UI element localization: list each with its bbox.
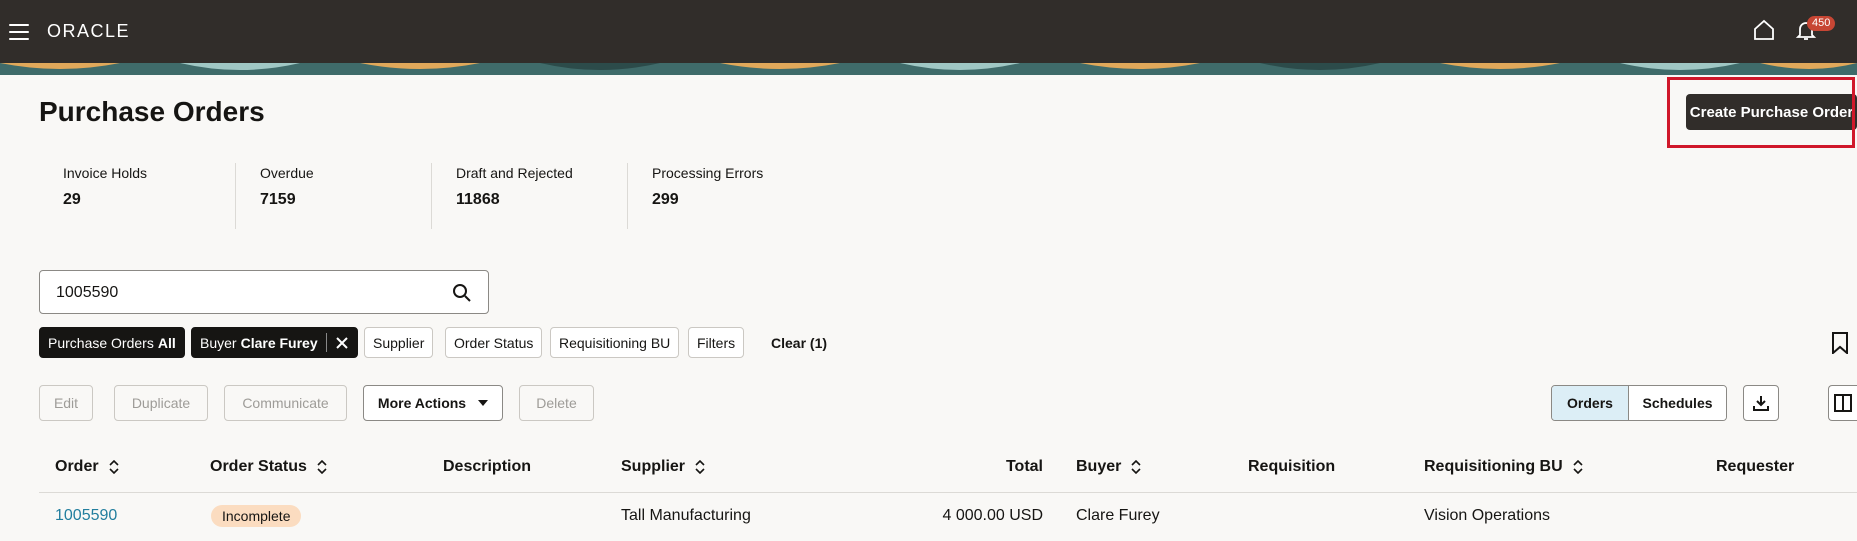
delete-button[interactable]: Delete xyxy=(519,385,594,421)
column-label: Requisition xyxy=(1248,458,1336,475)
close-icon[interactable] xyxy=(325,333,349,352)
column-label: Buyer xyxy=(1076,458,1122,475)
metric-value: 7159 xyxy=(260,191,296,208)
sort-icon[interactable] xyxy=(695,460,705,474)
table-divider xyxy=(39,492,1857,493)
column-label: Supplier xyxy=(621,458,686,475)
metric-invoice-holds[interactable]: Invoice Holds 29 xyxy=(39,163,235,229)
metric-draft-rejected[interactable]: Draft and Rejected 11868 xyxy=(431,163,627,229)
metric-label: Draft and Rejected xyxy=(456,165,573,181)
download-icon xyxy=(1753,396,1769,411)
status-badge: Incomplete xyxy=(211,505,302,527)
column-header-order-status[interactable]: Order Status xyxy=(210,458,327,476)
search-value: 1005590 xyxy=(56,284,119,301)
column-label: Requester xyxy=(1716,458,1795,475)
decorative-banner xyxy=(0,63,1857,75)
bookmark-icon[interactable] xyxy=(1831,332,1849,354)
notification-badge: 450 xyxy=(1807,16,1836,31)
filter-chip-filters[interactable]: Filters xyxy=(688,327,745,358)
search-input[interactable]: 1005590 xyxy=(39,270,489,314)
metric-processing-errors[interactable]: Processing Errors 299 xyxy=(627,163,823,229)
column-label: Description xyxy=(443,458,532,475)
column-label: Total xyxy=(1005,458,1043,475)
sort-icon[interactable] xyxy=(1573,460,1583,474)
column-header-order[interactable]: Order xyxy=(55,458,119,476)
column-header-requester: Requester xyxy=(1716,458,1794,476)
column-header-requisitioning-bu[interactable]: Requisitioning BU xyxy=(1424,458,1583,476)
sort-icon[interactable] xyxy=(317,460,327,474)
columns-icon xyxy=(1834,394,1852,412)
column-header-description: Description xyxy=(443,458,531,476)
column-header-requisition: Requisition xyxy=(1248,458,1335,476)
column-header-buyer[interactable]: Buyer xyxy=(1076,458,1141,476)
chip-value: All xyxy=(157,334,176,351)
caret-down-icon xyxy=(478,400,489,406)
more-actions-button[interactable]: More Actions xyxy=(363,385,503,421)
metric-value: 29 xyxy=(63,191,81,208)
create-purchase-order-button[interactable]: Create Purchase Order xyxy=(1686,94,1857,130)
chip-value: Clare Furey xyxy=(240,334,318,351)
buyer-cell: Clare Furey xyxy=(1076,507,1160,524)
metric-value: 299 xyxy=(652,191,679,208)
column-label: Order Status xyxy=(210,458,307,475)
duplicate-button[interactable]: Duplicate xyxy=(114,385,208,421)
column-label: Order xyxy=(55,458,99,475)
view-toggle: Orders Schedules xyxy=(1551,385,1727,421)
metric-overdue[interactable]: Overdue 7159 xyxy=(235,163,431,229)
page-title: Purchase Orders xyxy=(39,96,265,127)
chip-label: Purchase Orders xyxy=(48,334,154,351)
clear-filters-link[interactable]: Clear (1) xyxy=(771,335,827,351)
top-bar: ORACLE 450 xyxy=(0,0,1857,63)
order-number-link[interactable]: 1005590 xyxy=(55,507,117,525)
columns-button[interactable] xyxy=(1828,385,1857,421)
metric-label: Processing Errors xyxy=(652,165,764,181)
total-cell: 4 000.00 USD xyxy=(942,507,1043,524)
menu-icon[interactable] xyxy=(9,24,29,40)
more-actions-label: More Actions xyxy=(377,395,467,411)
sort-icon[interactable] xyxy=(109,460,119,474)
column-label: Requisitioning BU xyxy=(1424,458,1563,475)
view-schedules-button[interactable]: Schedules xyxy=(1629,386,1726,420)
metric-label: Overdue xyxy=(260,165,314,181)
edit-button[interactable]: Edit xyxy=(39,385,93,421)
sort-icon[interactable] xyxy=(1131,460,1141,474)
filter-chip-buyer[interactable]: Buyer Clare Furey xyxy=(191,327,358,358)
communicate-button[interactable]: Communicate xyxy=(224,385,347,421)
column-header-supplier[interactable]: Supplier xyxy=(621,458,705,476)
column-header-total: Total xyxy=(1005,458,1043,476)
requisitioning-bu-cell: Vision Operations xyxy=(1424,507,1550,524)
filter-chip-purchase-orders[interactable]: Purchase Orders All xyxy=(39,327,185,358)
filter-chip-supplier[interactable]: Supplier xyxy=(364,327,434,358)
supplier-cell: Tall Manufacturing xyxy=(621,507,751,524)
metric-label: Invoice Holds xyxy=(63,165,148,181)
chip-label: Buyer xyxy=(200,334,237,351)
search-icon[interactable] xyxy=(452,283,472,303)
oracle-logo[interactable]: ORACLE xyxy=(47,21,130,42)
filter-chip-requisitioning-bu[interactable]: Requisitioning BU xyxy=(550,327,680,358)
metric-value: 11868 xyxy=(456,191,500,208)
view-orders-button[interactable]: Orders xyxy=(1552,386,1629,420)
export-button[interactable] xyxy=(1743,385,1779,421)
home-icon[interactable] xyxy=(1752,18,1776,42)
filter-chip-order-status[interactable]: Order Status xyxy=(445,327,543,358)
